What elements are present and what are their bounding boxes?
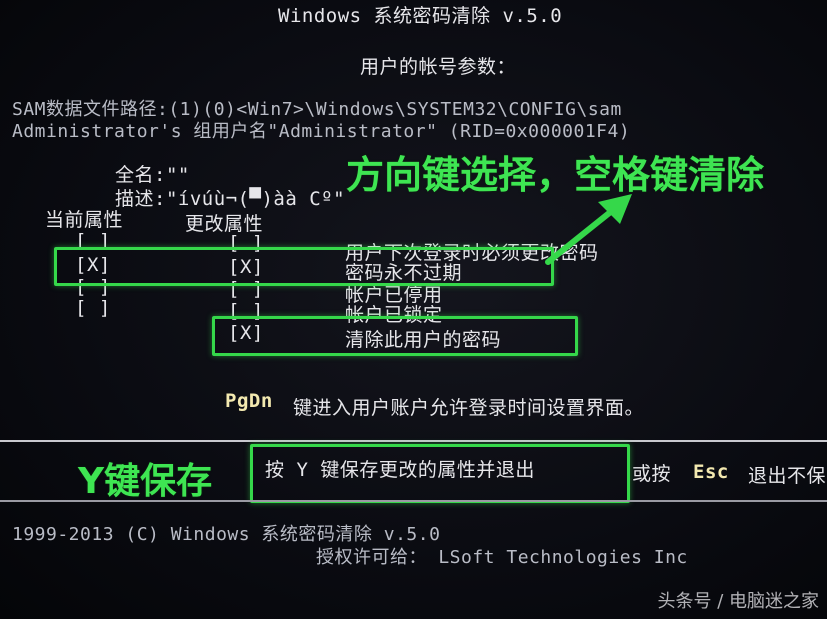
watermark: 头条号 / 电脑迷之家 — [657, 591, 819, 612]
divider-top — [0, 440, 827, 442]
annotation-save-hint: Y键保存 — [78, 461, 213, 502]
save-command[interactable]: 按 Y 键保存更改的属性并退出 — [265, 455, 535, 482]
arrow-icon — [545, 194, 632, 265]
fullname-field: 全名:"" — [115, 164, 190, 186]
pgdn-text: 键进入用户账户允许登录时间设置界面。 — [293, 397, 645, 419]
esc-key[interactable]: Esc — [693, 461, 729, 483]
exit-text: 退出不保 — [748, 465, 827, 487]
section-subtitle: 用户的帐号参数： — [360, 56, 517, 78]
app-title: Windows 系统密码清除 v.5.0 — [278, 5, 563, 27]
annotation-arrow-hint: 方向键选择，空格键清除 — [346, 153, 765, 197]
current-attr-header: 当前属性 — [45, 209, 124, 231]
license-line: 授权许可给： LSoft Technologies Inc — [316, 547, 688, 568]
pgdn-key-label: PgDn — [225, 390, 273, 412]
pgdn-key: PgDn — [225, 390, 273, 412]
attr-current: [ ] — [75, 297, 111, 319]
highlight-never-expire — [54, 247, 554, 286]
group-user-line: Administrator's 组用户名"Administrator" (RID… — [12, 121, 631, 142]
dos-screen: Windows 系统密码清除 v.5.0 用户的帐号参数： SAM数据文件路径:… — [0, 0, 827, 619]
divider-bottom — [0, 500, 827, 502]
or-text: 或按 — [632, 463, 672, 485]
description-field: 描述:"ívúù¬(▀)àà Cº" — [115, 188, 346, 210]
highlight-clear-password — [212, 316, 578, 356]
